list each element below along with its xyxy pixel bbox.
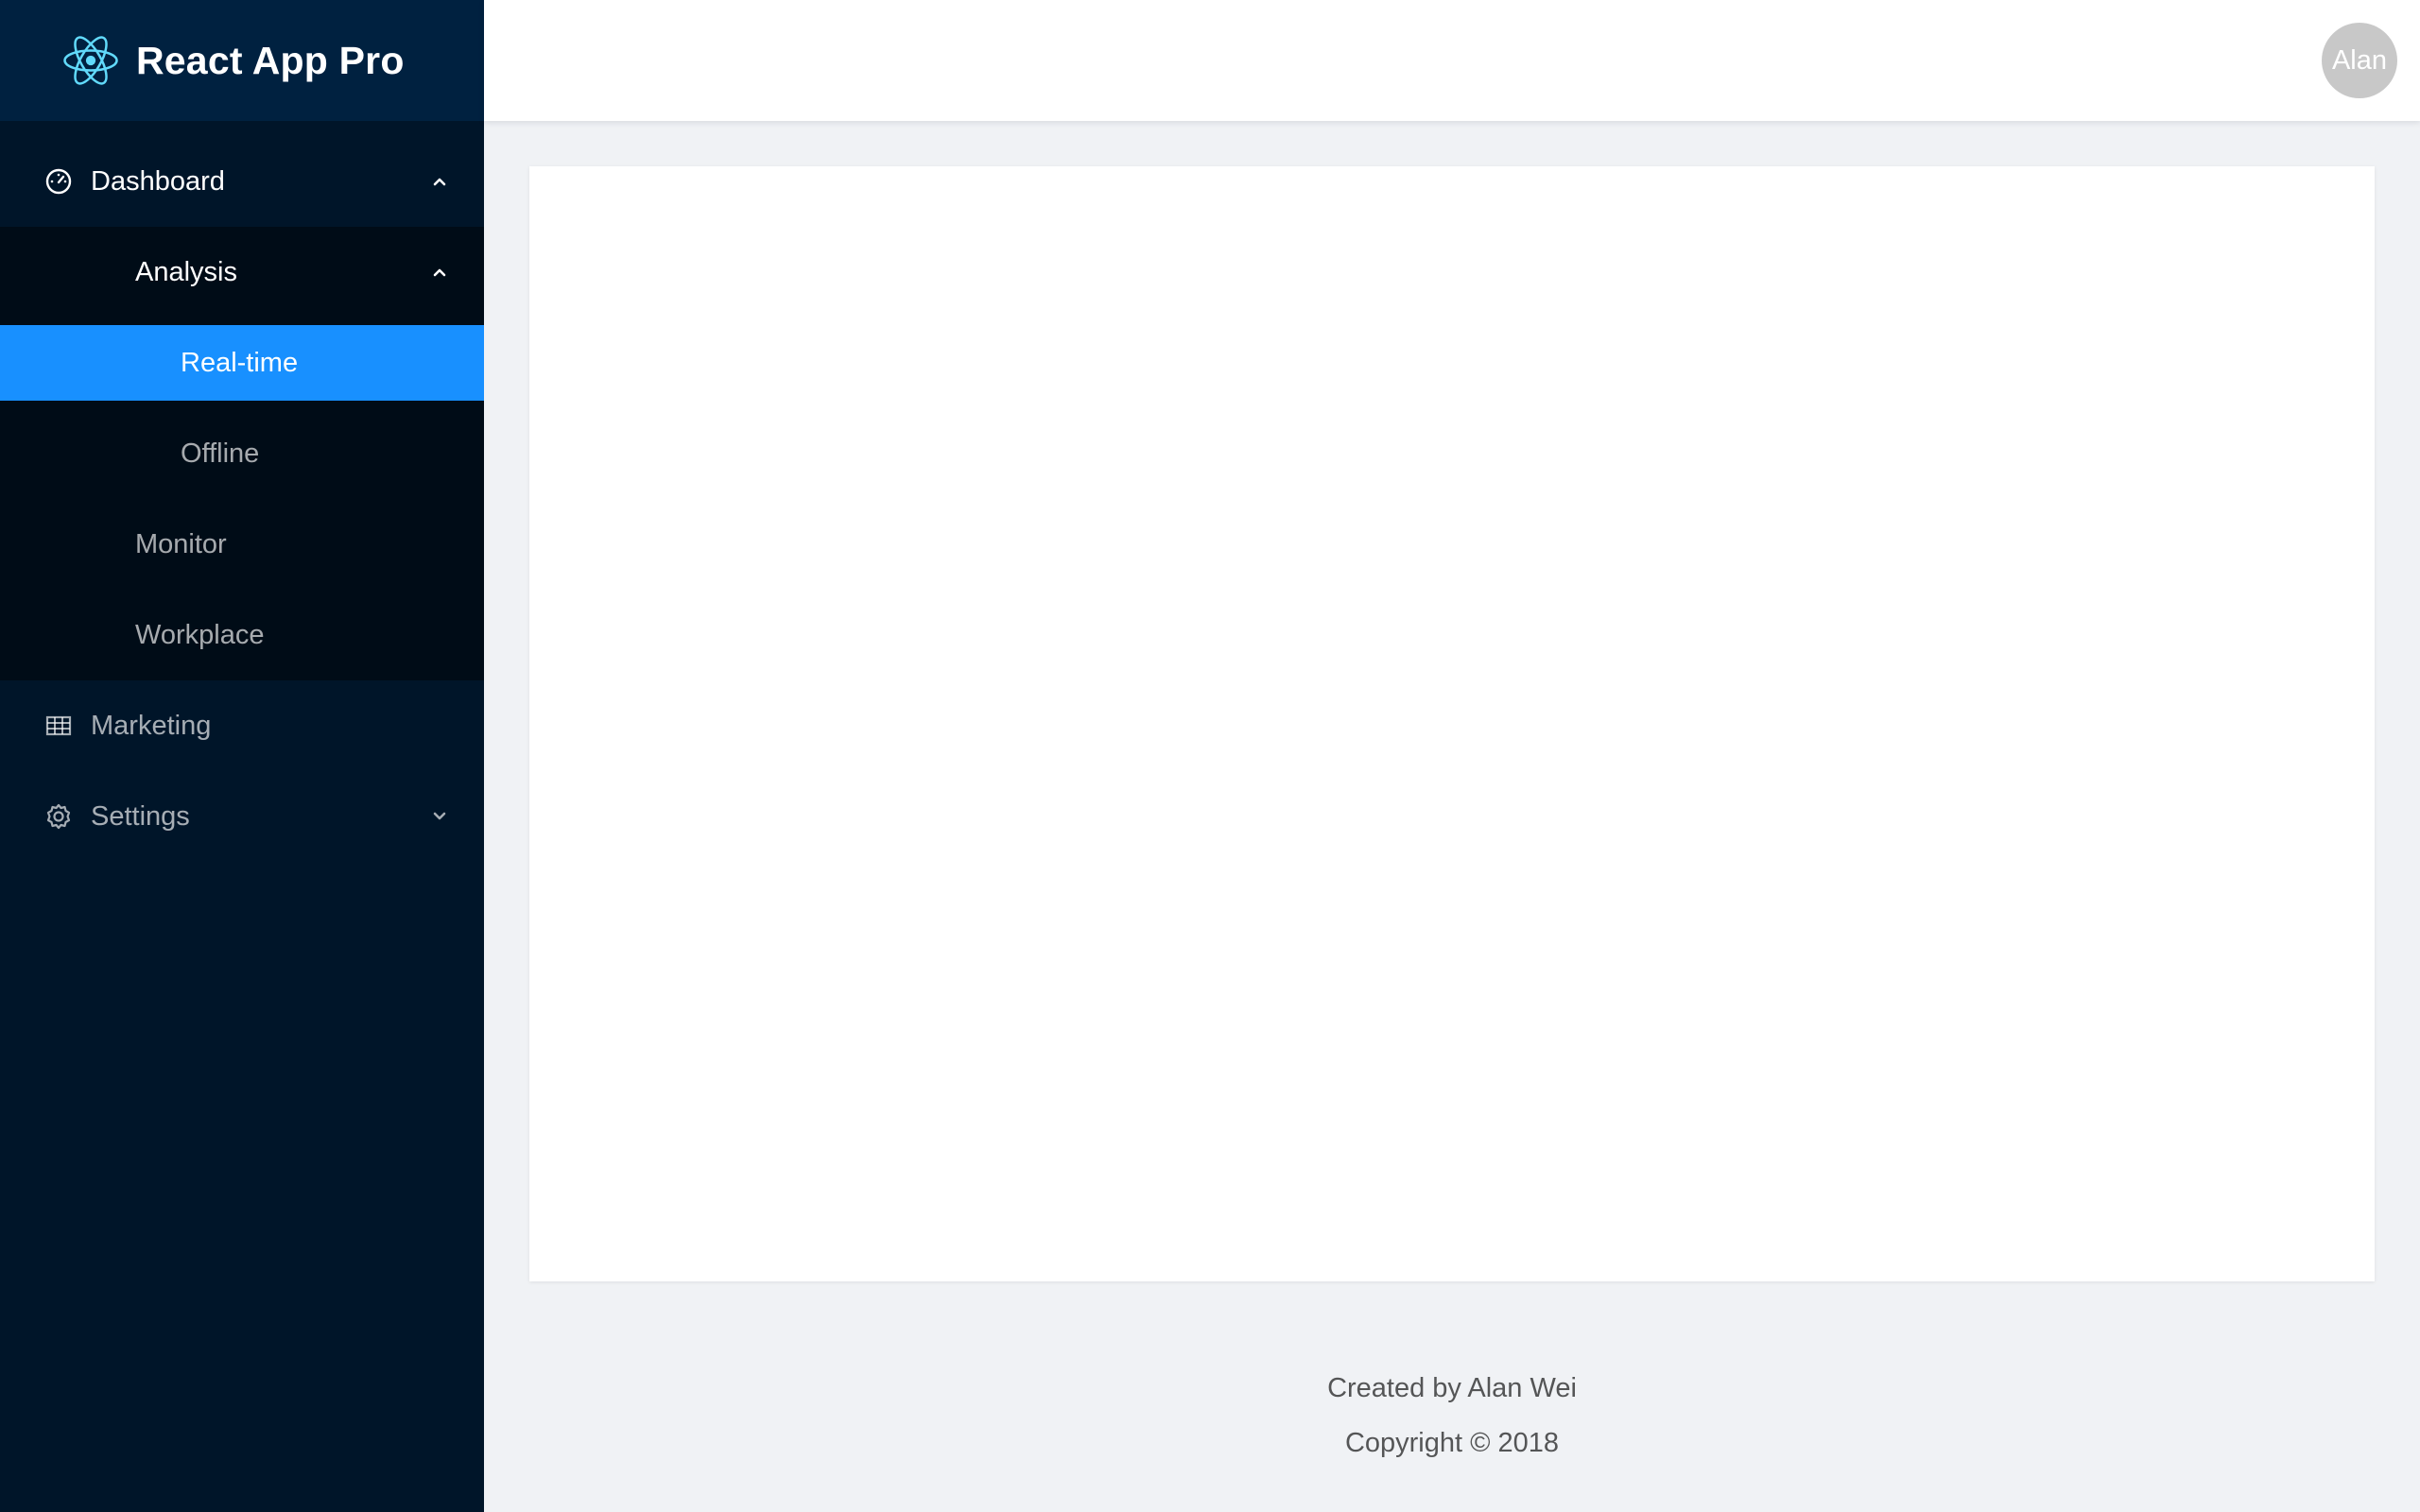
logo-bar[interactable]: React App Pro bbox=[0, 0, 484, 121]
sidebar-item-label: Marketing bbox=[91, 710, 212, 741]
sidebar-item-label: Workplace bbox=[135, 619, 265, 650]
sidebar-item-label: Analysis bbox=[135, 256, 237, 287]
app-root: React App Pro Dashboard Analysis Real-ti… bbox=[0, 0, 2420, 1512]
content-card bbox=[529, 166, 2375, 1281]
sidebar-item-marketing[interactable]: Marketing bbox=[0, 680, 484, 771]
sidebar-item-label: Dashboard bbox=[91, 165, 225, 197]
sidebar-item-workplace[interactable]: Workplace bbox=[0, 590, 484, 680]
sidebar-item-dashboard[interactable]: Dashboard bbox=[0, 136, 484, 227]
user-avatar[interactable]: Alan bbox=[2322, 23, 2397, 98]
dashboard-icon bbox=[43, 166, 91, 197]
sidebar-item-monitor[interactable]: Monitor bbox=[0, 499, 484, 590]
sidebar-item-label: Offline bbox=[181, 438, 260, 469]
footer-created-by: Created by Alan Wei bbox=[1327, 1373, 1577, 1403]
settings-icon bbox=[43, 801, 91, 832]
app-title: React App Pro bbox=[136, 38, 405, 82]
sidebar-item-analysis[interactable]: Analysis bbox=[0, 227, 484, 318]
dashboard-submenu: Analysis Real-time Offline Monitor Workp… bbox=[0, 227, 484, 680]
top-header: Alan bbox=[484, 0, 2420, 121]
react-atom-icon bbox=[62, 32, 119, 89]
sidebar: React App Pro Dashboard Analysis Real-ti… bbox=[0, 0, 484, 1512]
footer: Created by Alan Wei Copyright © 2018 bbox=[484, 1361, 2420, 1470]
sidebar-item-label: Settings bbox=[91, 800, 190, 832]
sidebar-item-real-time[interactable]: Real-time bbox=[0, 325, 484, 401]
sidebar-item-label: Monitor bbox=[135, 528, 227, 559]
sidebar-item-label: Real-time bbox=[181, 347, 299, 378]
sidebar-item-offline[interactable]: Offline bbox=[0, 408, 484, 499]
footer-copyright: Copyright © 2018 bbox=[1344, 1428, 1560, 1458]
table-icon bbox=[43, 711, 91, 741]
sidebar-menu: Dashboard Analysis Real-time Offline Mon… bbox=[0, 121, 484, 862]
sidebar-item-settings[interactable]: Settings bbox=[0, 771, 484, 862]
